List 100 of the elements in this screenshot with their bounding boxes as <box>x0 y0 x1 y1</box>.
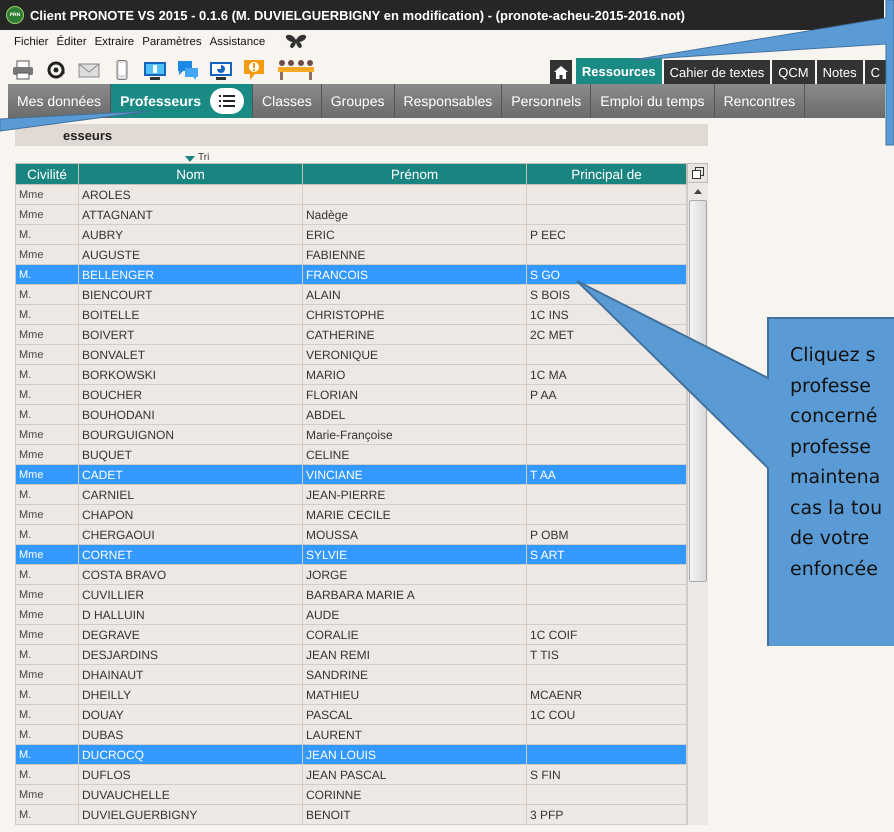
table-cell: Mme <box>19 468 44 480</box>
table-cell: CHAPON <box>82 508 134 522</box>
table-row[interactable]: M. DOUAY PASCAL 1C COU <box>16 704 686 724</box>
info-monitor-icon[interactable] <box>144 60 166 80</box>
table-cell: M. <box>19 288 32 300</box>
table-row[interactable]: Mme CUVILLIER BARBARA MARIE A <box>16 584 686 604</box>
table-cell: MCAENR <box>530 688 582 702</box>
tab[interactable]: Ressources <box>576 58 662 84</box>
callout-text: cas la tou <box>790 496 882 520</box>
menu-item[interactable]: Extraire <box>94 36 134 48</box>
table-cell: Mme <box>19 448 44 460</box>
table-row[interactable]: M. BOITELLE CHRISTOPHE 1C INS <box>16 304 686 324</box>
table-cell: P OBM <box>530 528 568 542</box>
table-cell: ALAIN <box>306 288 341 302</box>
scroll-up-icon[interactable] <box>694 189 702 194</box>
column-header[interactable]: Prénom <box>302 164 526 184</box>
table-row[interactable]: M. DUBAS LAURENT <box>16 724 686 744</box>
tab[interactable]: QCM <box>772 60 815 84</box>
table-row[interactable]: M. CARNIEL JEAN-PIERRE <box>16 484 686 504</box>
table-cell: JEAN-PIERRE <box>306 488 386 502</box>
table-row[interactable]: M. CHERGAOUI MOUSSA P OBM <box>16 524 686 544</box>
table-cell: DUVAUCHELLE <box>82 788 170 802</box>
callout-text: Cliquez s <box>790 343 877 368</box>
table-cell: DUBAS <box>82 728 124 742</box>
table-row[interactable]: Mme CHAPON MARIE CECILE <box>16 504 686 524</box>
printer-icon[interactable] <box>12 60 34 80</box>
table-cell: M. <box>19 688 32 700</box>
table-row[interactable]: Mme D HALLUIN AUDE <box>16 604 686 624</box>
table-cell: Nadège <box>306 208 348 222</box>
tab[interactable]: Classes <box>253 84 322 118</box>
callout-text: professe <box>790 434 872 460</box>
table-cell: CUVILLIER <box>82 588 144 602</box>
column-settings-button[interactable] <box>687 163 708 183</box>
scrollbar[interactable] <box>687 183 708 825</box>
chart-monitor-icon[interactable] <box>210 60 232 80</box>
table-cell: AUBRY <box>82 228 124 242</box>
table-cell: Mme <box>19 788 44 800</box>
table-row[interactable]: Mme DHAINAUT SANDRINE <box>16 664 686 684</box>
butterfly-icon[interactable] <box>285 34 308 50</box>
table-cell: 1C INS <box>530 308 569 322</box>
home-button[interactable] <box>550 60 572 84</box>
table-cell: DESJARDINS <box>82 648 158 662</box>
column-header[interactable]: Principal de <box>526 164 686 184</box>
tab[interactable]: Rencontres <box>714 84 806 118</box>
chat-bubbles-icon[interactable] <box>177 60 199 80</box>
list-icon[interactable] <box>219 95 235 107</box>
table-cell: JEAN PASCAL <box>306 768 386 782</box>
column-header[interactable]: Nom <box>78 164 302 184</box>
table-cell: DEGRAVE <box>82 628 140 642</box>
tab[interactable]: Responsables <box>394 84 502 118</box>
table-row[interactable]: M. BOUHODANI ABDEL <box>16 404 686 424</box>
table-cell: BUQUET <box>82 448 132 462</box>
table-row[interactable]: Mme BOURGUIGNON Marie-Françoise <box>16 424 686 444</box>
table-row[interactable]: Mme ATTAGNANT Nadège <box>16 204 686 224</box>
table-cell: Mme <box>19 588 44 600</box>
table-row[interactable]: Mme BONVALET VERONIQUE <box>16 344 686 364</box>
home-icon[interactable] <box>554 66 568 78</box>
tab[interactable]: C <box>864 60 886 84</box>
table-row[interactable]: M. COSTA BRAVO JORGE <box>16 564 686 584</box>
menu-item[interactable]: Éditer <box>56 36 87 48</box>
table-row[interactable]: Mme DUVAUCHELLE CORINNE <box>16 784 686 804</box>
table-row[interactable]: Mme BUQUET CELINE <box>16 444 686 464</box>
table-cell: Mme <box>19 328 44 340</box>
list-view-button[interactable] <box>210 88 244 114</box>
table-cell: M. <box>19 408 32 420</box>
table-cell: M. <box>19 748 32 760</box>
table-cell: VINCIANE <box>306 468 363 482</box>
menu-item[interactable]: Paramètres <box>142 36 202 48</box>
tab[interactable]: Personnels <box>502 84 592 118</box>
table-cell: Mme <box>19 548 44 560</box>
table-cell: CORNET <box>82 548 133 562</box>
menu-item[interactable]: Fichier <box>14 36 49 48</box>
table-cell: Marie-Françoise <box>306 428 393 442</box>
table-row[interactable]: M. DHEILLY MATHIEU MCAENR <box>16 684 686 704</box>
tab[interactable]: Notes <box>816 60 863 84</box>
column-header[interactable]: Civilité <box>16 164 78 184</box>
table-row[interactable]: M. AUBRY ERIC P EEC <box>16 224 686 244</box>
table-cell: Mme <box>19 248 44 260</box>
tab[interactable]: Emploi du temps <box>591 84 715 118</box>
table-cell: M. <box>19 728 32 740</box>
table-row[interactable]: Mme DEGRAVE CORALIE 1C COIF <box>16 624 686 644</box>
table-cell: DUCROCQ <box>82 748 144 762</box>
copy-icon[interactable] <box>690 166 704 180</box>
table-row[interactable]: Mme AUGUSTE FABIENNE <box>16 244 686 264</box>
table-row[interactable]: M. DUVIELGUERBIGNY BENOIT 3 PFP <box>16 804 686 824</box>
table-row[interactable]: M. DUFLOS JEAN PASCAL S FIN <box>16 764 686 784</box>
callout-text: concerné <box>790 404 878 429</box>
table-row[interactable]: M. BOUCHER FLORIAN P AA <box>16 384 686 404</box>
table-cell: BONVALET <box>82 348 146 362</box>
table-cell: T TIS <box>530 648 559 662</box>
tab[interactable]: Cahier de textes <box>664 60 770 84</box>
table-row[interactable]: M. DESJARDINS JEAN REMI T TIS <box>16 644 686 664</box>
tab[interactable]: Groupes <box>322 84 394 118</box>
table-cell: CARNIEL <box>82 488 134 502</box>
table-row[interactable]: M. BORKOWSKI MARIO 1C MA <box>16 364 686 384</box>
table-cell: P AA <box>530 388 556 402</box>
table-row[interactable]: Mme AROLES <box>16 184 686 204</box>
table-row[interactable]: M. BIENCOURT ALAIN S BOIS <box>16 284 686 304</box>
menu-item[interactable]: Assistance <box>210 36 266 48</box>
meeting-icon[interactable] <box>276 59 316 81</box>
